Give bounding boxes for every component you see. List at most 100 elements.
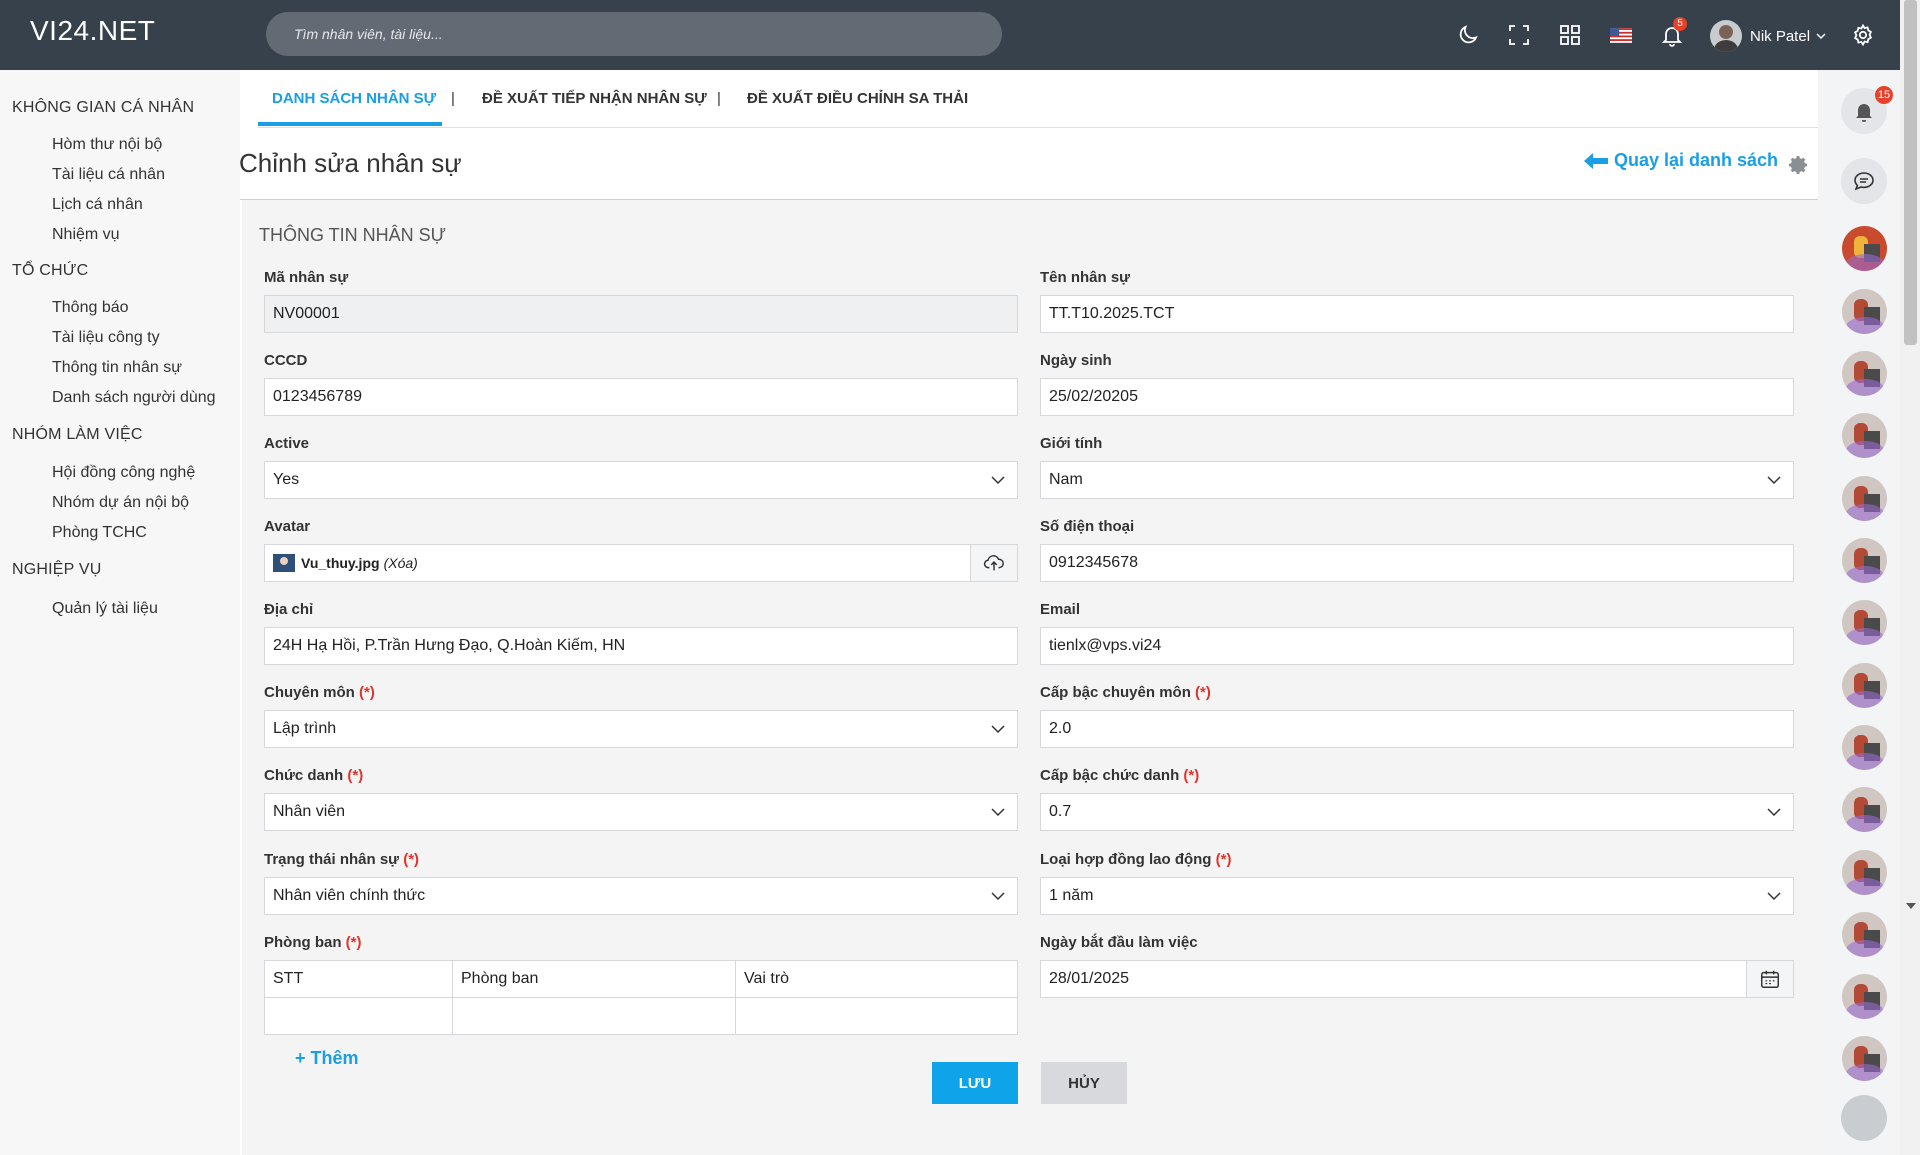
gioi-tinh-label: Giới tính xyxy=(1040,435,1103,452)
chuc-danh-select[interactable]: Nhân viên xyxy=(264,793,1018,831)
contact-avatar[interactable] xyxy=(1842,289,1887,334)
chevron-down-icon xyxy=(1767,808,1781,817)
sidebar-section-workgroups: NHÓM LÀM VIỆC xyxy=(12,426,143,443)
arrow-left-icon xyxy=(1584,152,1608,169)
contact-avatar[interactable] xyxy=(1842,413,1887,458)
loai-hop-dong-value: 1 năm xyxy=(1049,887,1094,904)
tab-hire-proposal[interactable]: ĐỀ XUẤT TIẾP NHẬN NHÂN SỰ xyxy=(482,90,707,107)
sidebar-section-operations: NGHIỆP VỤ xyxy=(12,561,102,578)
rail-notification-badge: 15 xyxy=(1875,86,1893,104)
contact-avatar[interactable] xyxy=(1842,476,1887,521)
user-menu[interactable]: Nik Patel xyxy=(1710,20,1826,52)
app-logo[interactable]: VI24.NET xyxy=(30,15,155,47)
tab-dismissal-proposal[interactable]: ĐỀ XUẤT ĐIỀU CHỈNH SA THẢI xyxy=(747,90,968,107)
page-settings-gear-icon[interactable] xyxy=(1786,153,1810,177)
contact-avatar[interactable] xyxy=(1842,351,1887,396)
tab-separator: | xyxy=(717,90,721,107)
table-row xyxy=(264,997,1018,1035)
add-department-link[interactable]: + Thêm xyxy=(295,1048,359,1069)
contact-avatar[interactable] xyxy=(1842,725,1887,770)
contact-avatar[interactable] xyxy=(1842,538,1887,583)
contact-avatar[interactable] xyxy=(1842,226,1887,271)
sidebar-item-announcements[interactable]: Thông báo xyxy=(52,299,129,317)
ma-nhan-su-field[interactable]: NV00001 xyxy=(264,295,1018,333)
ngay-bat-dau-field[interactable]: 28/01/2025 xyxy=(1040,960,1794,998)
sidebar-section-personal: KHÔNG GIAN CÁ NHÂN xyxy=(12,99,195,116)
chuyen-mon-label: Chuyên môn (*) xyxy=(264,684,375,701)
sidebar-item-user-list[interactable]: Danh sách người dùng xyxy=(52,389,216,407)
scrollbar-thumb[interactable] xyxy=(1904,0,1917,345)
user-avatar xyxy=(1710,20,1742,52)
tab-employee-list[interactable]: DANH SÁCH NHÂN SỰ xyxy=(272,90,436,107)
contact-avatar[interactable] xyxy=(1842,912,1887,957)
back-to-list-link[interactable]: Quay lại danh sách xyxy=(1584,150,1778,171)
avatar-file-name: Vu_thuy.jpg xyxy=(301,555,380,571)
sidebar-item-personal-docs[interactable]: Tài liệu cá nhân xyxy=(52,166,165,184)
settings-gear-icon[interactable] xyxy=(1850,22,1876,48)
loai-hop-dong-label: Loại hợp đồng lao động (*) xyxy=(1040,851,1232,868)
sidebar-item-calendar[interactable]: Lịch cá nhân xyxy=(52,196,143,214)
table-header-role: Vai trò xyxy=(735,960,1018,998)
chuyen-mon-value: Lập trình xyxy=(273,720,337,737)
avatar-file-field[interactable]: Vu_thuy.jpg (Xóa) xyxy=(264,544,1018,582)
chevron-down-icon xyxy=(1767,476,1781,485)
loai-hop-dong-select[interactable]: 1 năm xyxy=(1040,877,1794,915)
table-cell[interactable] xyxy=(735,997,1018,1035)
sidebar-item-inbox[interactable]: Hòm thư nội bộ xyxy=(52,136,162,154)
upload-button[interactable] xyxy=(970,544,1018,582)
contact-avatar[interactable] xyxy=(1842,787,1887,832)
bell-icon xyxy=(1856,104,1872,122)
sidebar-item-tech-council[interactable]: Hội đồng công nghệ xyxy=(52,464,195,482)
table-cell[interactable] xyxy=(452,997,736,1035)
calendar-icon xyxy=(1761,970,1779,988)
email-field[interactable]: tienlx@vps.vi24 xyxy=(1040,627,1794,665)
ten-nhan-su-label: Tên nhân sự xyxy=(1040,269,1131,286)
calendar-button[interactable] xyxy=(1746,960,1794,998)
save-button[interactable]: LƯU xyxy=(932,1062,1018,1104)
search-input[interactable] xyxy=(266,12,1002,56)
contact-avatar[interactable] xyxy=(1842,974,1887,1019)
contact-avatar[interactable] xyxy=(1842,1036,1887,1081)
sidebar-item-hr-info[interactable]: Thông tin nhân sự xyxy=(52,359,182,377)
trang-thai-select[interactable]: Nhân viên chính thức xyxy=(264,877,1018,915)
rail-chat-button[interactable] xyxy=(1841,158,1887,204)
sidebar-section-organization: TỔ CHỨC xyxy=(12,262,89,279)
so-dien-thoai-label: Số điện thoại xyxy=(1040,518,1135,535)
ngay-sinh-field[interactable]: 25/02/20205 xyxy=(1040,378,1794,416)
sidebar-item-tasks[interactable]: Nhiệm vụ xyxy=(52,226,120,244)
contact-avatar-placeholder[interactable] xyxy=(1841,1095,1887,1141)
phong-ban-label: Phòng ban (*) xyxy=(264,934,362,951)
dark-mode-moon-icon[interactable] xyxy=(1455,22,1481,48)
active-select[interactable]: Yes xyxy=(264,461,1018,499)
cap-bac-chuc-danh-select[interactable]: 0.7 xyxy=(1040,793,1794,831)
us-flag-icon[interactable] xyxy=(1608,22,1634,48)
scroll-down-arrow-icon[interactable] xyxy=(1906,903,1916,909)
chevron-down-icon xyxy=(991,808,1005,817)
sidebar-item-internal-projects[interactable]: Nhóm dự án nội bộ xyxy=(52,494,189,512)
cap-bac-chuyen-mon-field[interactable]: 2.0 xyxy=(1040,710,1794,748)
gioi-tinh-value: Nam xyxy=(1049,471,1083,488)
cancel-button[interactable]: HỦY xyxy=(1041,1062,1127,1104)
chuyen-mon-select[interactable]: Lập trình xyxy=(264,710,1018,748)
gioi-tinh-select[interactable]: Nam xyxy=(1040,461,1794,499)
trang-thai-label: Trạng thái nhân sự (*) xyxy=(264,851,420,868)
contact-avatar[interactable] xyxy=(1842,600,1887,645)
table-cell[interactable] xyxy=(264,997,453,1035)
contact-avatar[interactable] xyxy=(1842,850,1887,895)
dia-chi-field[interactable]: 24H Hạ Hồi, P.Trần Hưng Đạo, Q.Hoàn Kiếm… xyxy=(264,627,1018,665)
sidebar-item-document-management[interactable]: Quản lý tài liệu xyxy=(52,600,158,618)
contact-avatar[interactable] xyxy=(1842,663,1887,708)
sidebar-item-company-docs[interactable]: Tài liệu công ty xyxy=(52,329,160,347)
cap-bac-chuc-danh-value: 0.7 xyxy=(1049,803,1072,820)
ngay-sinh-label: Ngày sinh xyxy=(1040,352,1112,369)
ten-nhan-su-field[interactable]: TT.T10.2025.TCT xyxy=(1040,295,1794,333)
apps-grid-icon[interactable] xyxy=(1557,22,1583,48)
fullscreen-icon[interactable] xyxy=(1506,22,1532,48)
so-dien-thoai-field[interactable]: 0912345678 xyxy=(1040,544,1794,582)
sidebar-item-admin-dept[interactable]: Phòng TCHC xyxy=(52,524,147,542)
trang-thai-value: Nhân viên chính thức xyxy=(273,887,426,904)
avatar-delete-link[interactable]: (Xóa) xyxy=(384,555,418,571)
cccd-field[interactable]: 0123456789 xyxy=(264,378,1018,416)
chevron-down-icon xyxy=(991,892,1005,901)
dia-chi-label: Địa chỉ xyxy=(264,601,314,618)
